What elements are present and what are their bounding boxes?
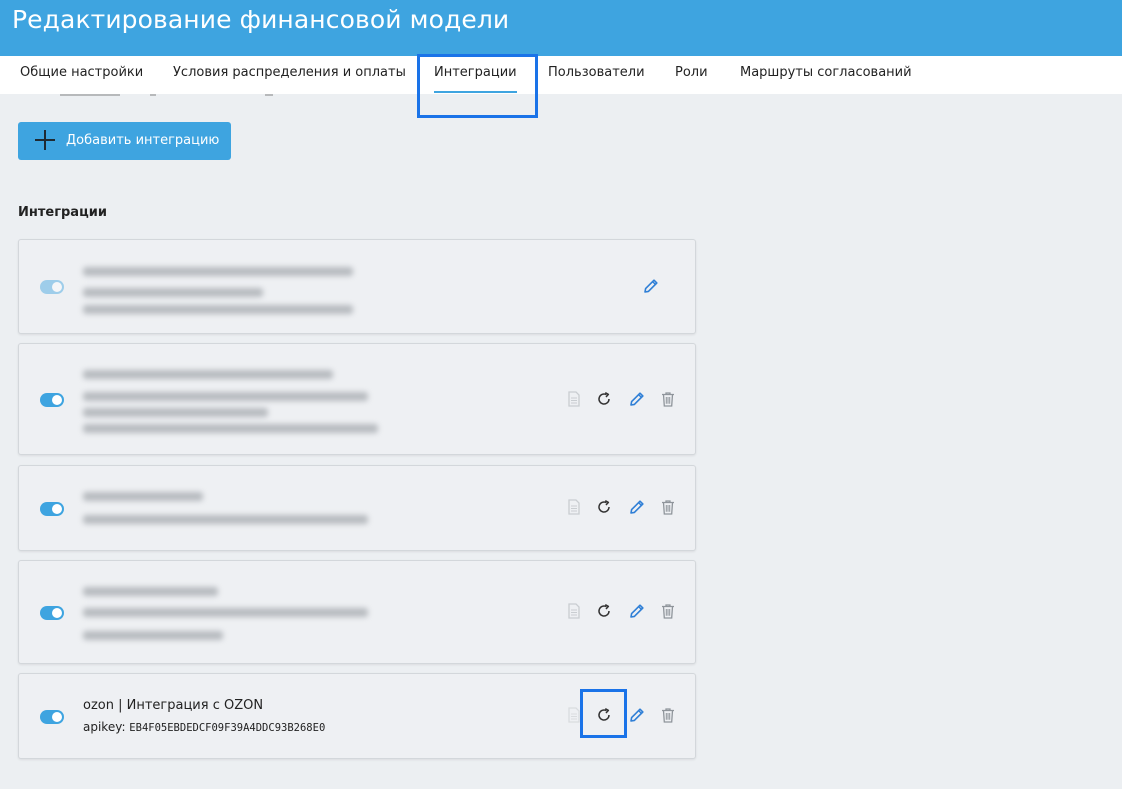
plus-icon	[35, 130, 55, 150]
integration-card	[18, 560, 696, 664]
tab-approval-routes[interactable]: Маршруты согласований	[740, 56, 912, 94]
blurred-text	[83, 515, 368, 524]
blurred-text	[83, 587, 218, 596]
blurred-text	[83, 492, 203, 501]
tab-distribution-payment[interactable]: Условия распределения и оплаты	[173, 56, 406, 94]
blurred-text	[83, 392, 368, 401]
edit-pencil-icon[interactable]	[628, 498, 646, 516]
edit-pencil-icon[interactable]	[628, 390, 646, 408]
integration-toggle[interactable]	[40, 502, 64, 516]
reload-icon[interactable]	[595, 498, 613, 516]
scrolled-text-fragment	[265, 94, 273, 96]
apikey-value: EB4F05EBDEDCF09F39A4DDC93B268E0	[129, 722, 326, 734]
blurred-text	[83, 370, 333, 379]
integration-card-ozon: ozon | Интеграция с OZON apikey: EB4F05E…	[18, 673, 696, 759]
document-icon[interactable]	[565, 706, 583, 724]
tab-users[interactable]: Пользователи	[548, 56, 645, 94]
integration-toggle[interactable]	[40, 606, 64, 620]
integration-card	[18, 343, 696, 455]
add-integration-label: Добавить интеграцию	[66, 133, 220, 148]
blurred-text	[83, 424, 378, 433]
trash-icon[interactable]	[659, 498, 677, 516]
document-icon[interactable]	[565, 498, 583, 516]
tab-bar: Общие настройки Условия распределения и …	[0, 56, 1122, 94]
integration-card	[18, 239, 696, 334]
scrolled-text-fragment	[150, 94, 156, 96]
integration-name: ozon | Интеграция с OZON	[83, 698, 264, 713]
tab-integrations[interactable]: Интеграции	[434, 56, 517, 94]
reload-icon[interactable]	[595, 602, 613, 620]
blurred-text	[83, 408, 268, 417]
integration-apikey: apikey: EB4F05EBDEDCF09F39A4DDC93B268E0	[83, 720, 325, 734]
document-icon[interactable]	[565, 602, 583, 620]
document-icon[interactable]	[565, 390, 583, 408]
blurred-text	[83, 267, 353, 276]
active-tab-underline	[434, 91, 517, 93]
apikey-label: apikey:	[83, 720, 130, 734]
trash-icon[interactable]	[659, 390, 677, 408]
edit-pencil-icon[interactable]	[642, 277, 660, 295]
blurred-text	[83, 631, 223, 640]
trash-icon[interactable]	[659, 706, 677, 724]
page-title: Редактирование финансовой модели	[12, 5, 510, 34]
edit-pencil-icon[interactable]	[628, 706, 646, 724]
tab-general-settings[interactable]: Общие настройки	[20, 56, 143, 94]
integration-card	[18, 465, 696, 551]
integration-toggle[interactable]	[40, 393, 64, 407]
edit-pencil-icon[interactable]	[628, 602, 646, 620]
blurred-text	[83, 608, 368, 617]
blurred-text	[83, 288, 263, 297]
trash-icon[interactable]	[659, 602, 677, 620]
integration-toggle[interactable]	[40, 710, 64, 724]
reload-icon[interactable]	[595, 706, 613, 724]
blurred-text	[83, 305, 353, 314]
reload-icon[interactable]	[595, 390, 613, 408]
app-header: Редактирование финансовой модели	[0, 0, 1122, 56]
integration-toggle[interactable]	[40, 280, 64, 294]
integrations-section-title: Интеграции	[18, 205, 107, 220]
add-integration-button[interactable]: Добавить интеграцию	[18, 122, 231, 160]
scrolled-text-fragment	[60, 94, 120, 96]
tab-roles[interactable]: Роли	[675, 56, 708, 94]
